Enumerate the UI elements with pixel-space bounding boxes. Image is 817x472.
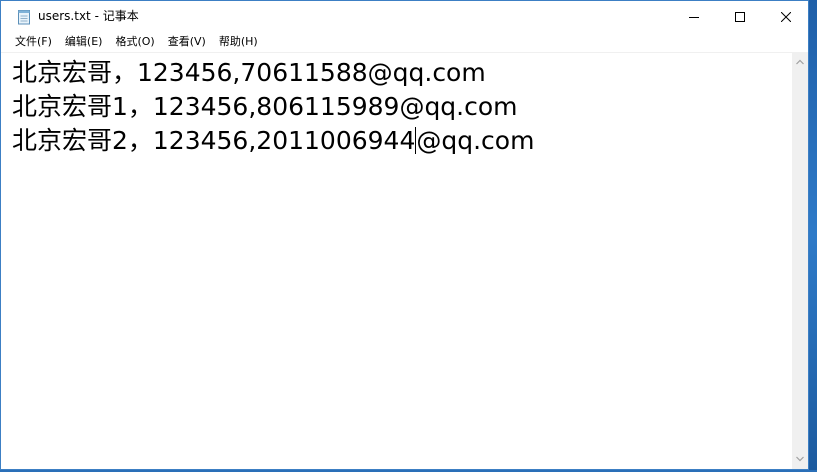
close-button[interactable] xyxy=(763,1,809,32)
vertical-scrollbar[interactable] xyxy=(792,52,808,469)
menu-format[interactable]: 格式(O) xyxy=(108,32,160,51)
chevron-up-icon xyxy=(796,59,804,65)
text-after-caret: @qq.com xyxy=(416,126,535,155)
menu-file[interactable]: 文件(F) xyxy=(8,32,58,51)
minimize-icon xyxy=(689,16,699,18)
maximize-button[interactable] xyxy=(717,1,763,32)
menu-edit[interactable]: 编辑(E) xyxy=(58,32,109,51)
text-editor[interactable]: 北京宏哥，123456,70611588@qq.com 北京宏哥1，123456… xyxy=(1,52,792,469)
title-bar[interactable]: users.txt - 记事本 xyxy=(1,1,808,32)
desktop-background xyxy=(809,0,817,472)
close-icon xyxy=(781,11,791,22)
maximize-icon xyxy=(735,11,745,22)
text-line: 北京宏哥，123456,70611588@qq.com xyxy=(12,58,486,87)
menu-help[interactable]: 帮助(H) xyxy=(212,32,264,51)
chevron-down-icon xyxy=(796,456,804,462)
minimize-button[interactable] xyxy=(671,1,717,32)
text-line: 北京宏哥1，123456,806115989@qq.com xyxy=(12,92,518,121)
scroll-up-button[interactable] xyxy=(792,54,808,70)
notepad-window: users.txt - 记事本 文件(F) 编辑(E) 格式(O) 查看(V) … xyxy=(0,0,809,470)
text-before-caret: 北京宏哥2，123456,2011006944 xyxy=(12,126,416,155)
window-title: users.txt - 记事本 xyxy=(38,9,139,23)
notepad-icon xyxy=(18,10,30,25)
scroll-down-button[interactable] xyxy=(792,451,808,467)
text-line: 北京宏哥2，123456,2011006944@qq.com xyxy=(12,124,534,158)
menu-bar: 文件(F) 编辑(E) 格式(O) 查看(V) 帮助(H) xyxy=(1,32,808,51)
menu-view[interactable]: 查看(V) xyxy=(161,32,212,51)
